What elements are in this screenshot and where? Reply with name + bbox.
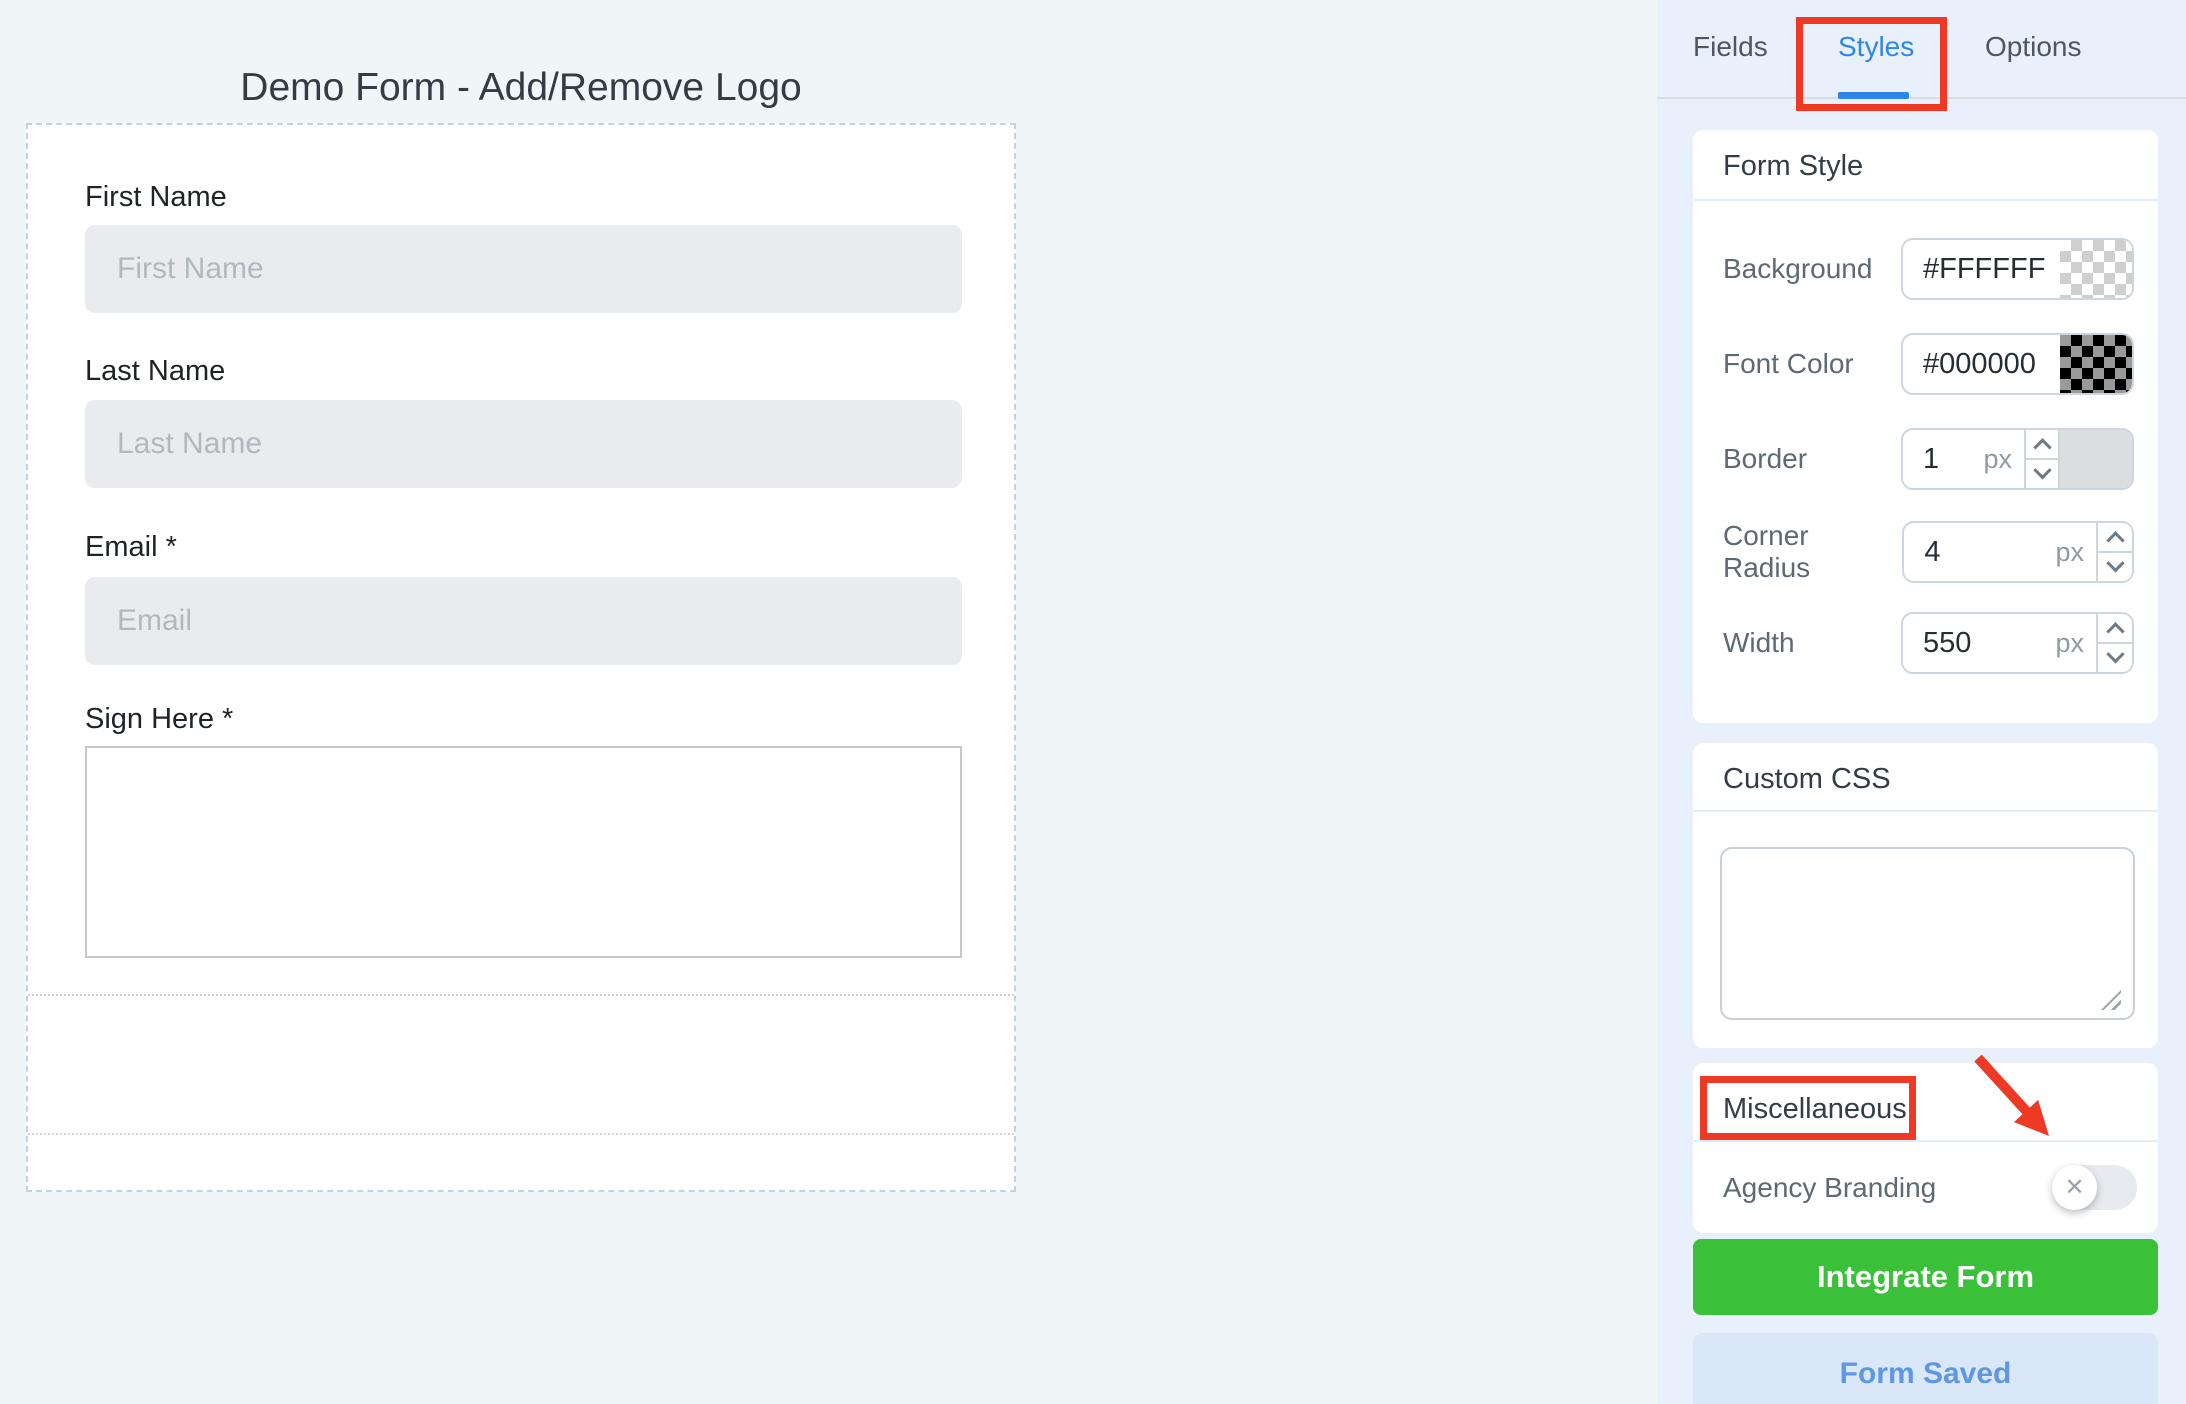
chevron-down-icon	[2105, 644, 2125, 663]
stepper-up-button[interactable]	[2098, 523, 2132, 553]
first-name-label: First Name	[85, 181, 227, 213]
stepper-up-button[interactable]	[2026, 430, 2058, 460]
width-stepper	[2096, 614, 2132, 672]
font-color-input[interactable]: #000000	[1901, 333, 2134, 395]
background-label: Background	[1723, 253, 1873, 284]
border-width-input[interactable]: 1 px	[1901, 428, 2134, 490]
agency-branding-toggle[interactable]	[2052, 1165, 2137, 1210]
corner-radius-stepper	[2096, 523, 2132, 581]
first-name-input[interactable]	[85, 225, 962, 313]
email-label: Email *	[85, 531, 177, 563]
chevron-up-icon	[2032, 437, 2052, 457]
corner-radius-row: Corner Radius 4 px	[1723, 520, 2134, 583]
background-row: Background #FFFFFF	[1723, 238, 2134, 300]
email-input[interactable]	[85, 577, 962, 665]
border-width-value[interactable]: 1	[1903, 430, 1983, 488]
form-canvas: Demo Form - Add/Remove Logo First Name L…	[0, 0, 1657, 1404]
form-preview-box[interactable]: First Name Last Name Email * Sign Here *	[26, 123, 1016, 1192]
field-dropzone[interactable]	[28, 994, 1014, 1135]
divider	[1693, 810, 2158, 812]
divider	[1693, 1140, 2158, 1142]
corner-radius-label: Corner Radius	[1723, 520, 1811, 583]
form-saved-button[interactable]: Form Saved	[1693, 1333, 2158, 1404]
corner-radius-unit-label: px	[2055, 536, 2084, 567]
miscellaneous-card: Miscellaneous Agency Branding	[1693, 1063, 2158, 1233]
panel-tabbar: Fields Styles Options	[1657, 0, 2186, 111]
signature-pad[interactable]	[85, 746, 962, 958]
background-color-value[interactable]: #FFFFFF	[1903, 240, 2060, 298]
width-unit-label: px	[2055, 627, 2084, 658]
chevron-up-icon	[2105, 621, 2125, 641]
active-tab-underline	[1838, 92, 1909, 99]
width-input[interactable]: 550 px	[1901, 612, 2134, 674]
chevron-down-icon	[2105, 553, 2125, 572]
font-color-swatch[interactable]	[2060, 335, 2132, 393]
agency-branding-label: Agency Branding	[1723, 1172, 1937, 1203]
width-label: Width	[1723, 627, 1795, 658]
background-color-swatch[interactable]	[2060, 240, 2132, 298]
stepper-down-button[interactable]	[2026, 460, 2058, 488]
chevron-up-icon	[2105, 530, 2125, 550]
custom-css-textarea[interactable]	[1720, 847, 2135, 1020]
custom-css-title: Custom CSS	[1723, 763, 1891, 795]
border-row: Border 1 px	[1723, 428, 2134, 490]
form-preview-title: Demo Form - Add/Remove Logo	[240, 66, 802, 109]
toggle-off-knob-x-icon	[2052, 1165, 2097, 1210]
form-style-card: Form Style Background #FFFFFF Font Color…	[1693, 130, 2158, 723]
integrate-form-button[interactable]: Integrate Form	[1693, 1239, 2158, 1315]
stepper-down-button[interactable]	[2098, 644, 2132, 672]
font-color-row: Font Color #000000	[1723, 333, 2134, 395]
width-row: Width 550 px	[1723, 612, 2134, 674]
stepper-down-button[interactable]	[2098, 553, 2132, 581]
divider	[1693, 199, 2158, 201]
border-width-stepper	[2024, 430, 2060, 488]
settings-panel: Fields Styles Options Form Style Backgro…	[1657, 0, 2186, 1404]
corner-radius-value[interactable]: 4	[1904, 523, 2055, 581]
font-color-value[interactable]: #000000	[1903, 335, 2060, 393]
width-value[interactable]: 550	[1903, 614, 2055, 672]
signature-label: Sign Here *	[85, 703, 234, 735]
last-name-label: Last Name	[85, 355, 226, 387]
tab-styles[interactable]: Styles	[1838, 31, 1914, 63]
stepper-up-button[interactable]	[2098, 614, 2132, 644]
background-color-input[interactable]: #FFFFFF	[1901, 238, 2134, 300]
tab-fields[interactable]: Fields	[1693, 31, 1768, 63]
form-style-title: Form Style	[1723, 150, 1864, 182]
custom-css-card: Custom CSS	[1693, 743, 2158, 1048]
chevron-down-icon	[2032, 460, 2052, 479]
border-label: Border	[1723, 443, 1808, 474]
font-color-label: Font Color	[1723, 348, 1854, 379]
miscellaneous-title: Miscellaneous	[1723, 1093, 1907, 1125]
border-color-swatch[interactable]	[2060, 430, 2132, 488]
corner-radius-input[interactable]: 4 px	[1902, 521, 2134, 583]
tabbar-divider	[1657, 97, 2186, 99]
tab-options[interactable]: Options	[1985, 31, 2082, 63]
last-name-input[interactable]	[85, 400, 962, 488]
border-unit-label: px	[1983, 443, 2012, 474]
